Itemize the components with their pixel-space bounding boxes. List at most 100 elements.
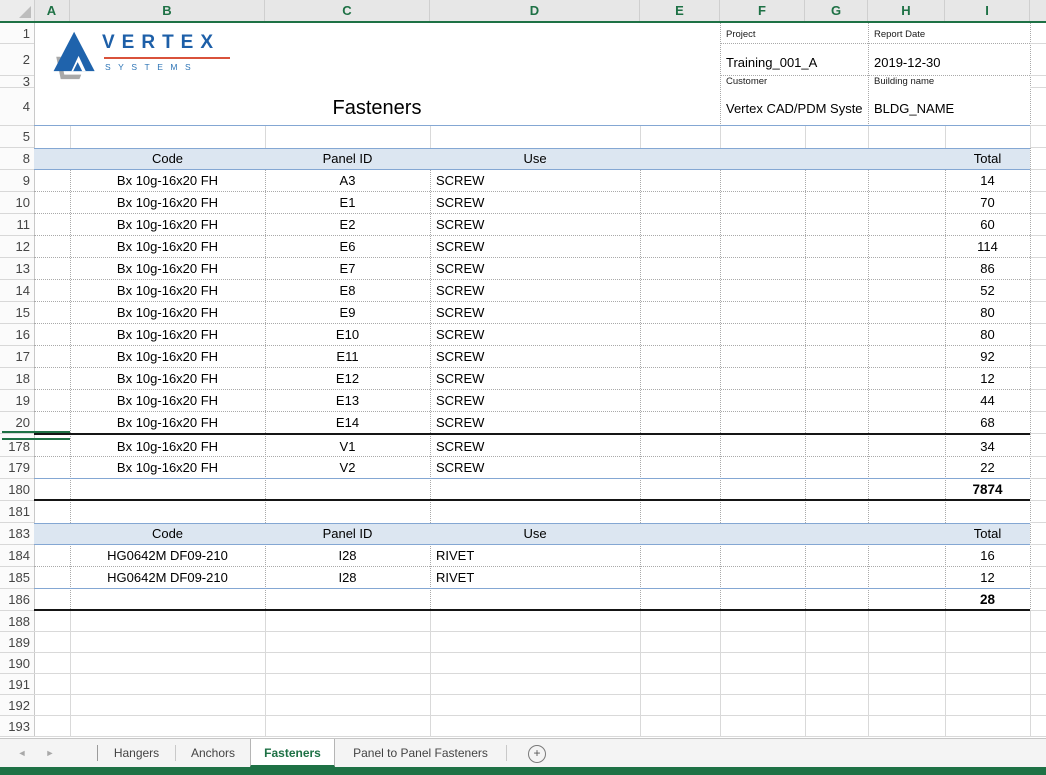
cell-use[interactable]: SCREW [436,214,636,236]
cell-code[interactable]: Bx 10g-16x20 FH [70,324,265,346]
table1-header-use[interactable]: Use [430,148,640,170]
cell-panel[interactable]: E8 [265,280,430,302]
cell-use[interactable]: SCREW [436,236,636,258]
cell-code[interactable]: Bx 10g-16x20 FH [70,346,265,368]
row-header-179[interactable]: 179 [0,457,30,479]
row-header-13[interactable]: 13 [0,258,30,280]
cell-use[interactable]: RIVET [436,567,636,589]
building-name-value-cell[interactable]: BLDG_NAME [874,99,1030,119]
row-header-4[interactable]: 4 [0,88,30,126]
row-header-15[interactable]: 15 [0,302,30,324]
cell-total[interactable]: 80 [945,302,1030,324]
cell-panel[interactable]: A3 [265,170,430,192]
project-value-cell[interactable]: Training_001_A [726,53,866,73]
cell-use[interactable]: SCREW [436,324,636,346]
cell-use[interactable]: SCREW [436,170,636,192]
table2-grand-total-cell[interactable]: 28 [945,589,1030,611]
sheet-nav-right-icon[interactable]: ► [40,739,60,767]
row-header-14[interactable]: 14 [0,280,30,302]
cell-total[interactable]: 52 [945,280,1030,302]
row-header-189[interactable]: 189 [0,632,30,653]
cell-panel[interactable]: I28 [265,567,430,589]
cell-code[interactable]: Bx 10g-16x20 FH [70,457,265,479]
cell-code[interactable]: Bx 10g-16x20 FH [70,214,265,236]
cell-panel[interactable]: V1 [265,436,430,457]
cell-code[interactable]: Bx 10g-16x20 FH [70,236,265,258]
cell-panel[interactable]: V2 [265,457,430,479]
cell-use[interactable]: SCREW [436,302,636,324]
column-header-G[interactable]: G [805,0,868,21]
column-header-D[interactable]: D [430,0,640,21]
cell-total[interactable]: 68 [945,412,1030,434]
row-header-18[interactable]: 18 [0,368,30,390]
cell-code[interactable]: Bx 10g-16x20 FH [70,302,265,324]
column-header-F[interactable]: F [720,0,805,21]
cell-code[interactable]: Bx 10g-16x20 FH [70,390,265,412]
report-title-cell[interactable]: Fasteners [34,88,720,126]
cell-panel[interactable]: E13 [265,390,430,412]
row-header-183[interactable]: 183 [0,523,30,545]
cell-total[interactable]: 80 [945,324,1030,346]
cell-total[interactable]: 14 [945,170,1030,192]
sheet-nav-left-icon[interactable]: ◄ [12,739,32,767]
row-header-8[interactable]: 8 [0,148,30,170]
column-header-H[interactable]: H [868,0,945,21]
cell-total[interactable]: 114 [945,236,1030,258]
cell-panel[interactable]: E14 [265,412,430,434]
cell-use[interactable]: SCREW [436,390,636,412]
project-label-cell[interactable]: Project [726,23,756,44]
row-header-19[interactable]: 19 [0,390,30,412]
cell-total[interactable]: 92 [945,346,1030,368]
customer-value-cell[interactable]: Vertex CAD/PDM Syste [726,99,868,119]
cell-code[interactable]: Bx 10g-16x20 FH [70,170,265,192]
report-date-label-cell[interactable]: Report Date [874,23,925,44]
row-header-11[interactable]: 11 [0,214,30,236]
cell-use[interactable]: SCREW [436,192,636,214]
cell-panel[interactable]: I28 [265,545,430,567]
row-header-1[interactable]: 1 [0,23,30,44]
cell-code[interactable]: Bx 10g-16x20 FH [70,412,265,434]
cell-panel[interactable]: E10 [265,324,430,346]
column-header-C[interactable]: C [265,0,430,21]
building-name-label-cell[interactable]: Building name [874,76,934,88]
cell-total[interactable]: 22 [945,457,1030,479]
column-header-I[interactable]: I [945,0,1030,21]
row-header-2[interactable]: 2 [0,44,30,76]
cell-panel[interactable]: E11 [265,346,430,368]
table1-header-code[interactable]: Code [70,148,265,170]
table1-header-panel[interactable]: Panel ID [265,148,430,170]
select-all-corner[interactable] [0,0,35,21]
table1-header-total[interactable]: Total [945,148,1030,170]
row-header-17[interactable]: 17 [0,346,30,368]
row-header-188[interactable]: 188 [0,611,30,632]
cell-use[interactable]: SCREW [436,280,636,302]
cell-use[interactable]: SCREW [436,436,636,457]
cell-total[interactable]: 34 [945,436,1030,457]
row-header-184[interactable]: 184 [0,545,30,567]
cell-code[interactable]: HG0642M DF09-210 [70,545,265,567]
table2-header-panel[interactable]: Panel ID [265,523,430,545]
sheet-tab-hangers[interactable]: Hangers [98,739,175,767]
cell-total[interactable]: 44 [945,390,1030,412]
row-header-181[interactable]: 181 [0,501,30,523]
cell-code[interactable]: HG0642M DF09-210 [70,567,265,589]
row-header-9[interactable]: 9 [0,170,30,192]
cell-code[interactable]: Bx 10g-16x20 FH [70,192,265,214]
row-header-16[interactable]: 16 [0,324,30,346]
table2-header-code[interactable]: Code [70,523,265,545]
cell-use[interactable]: SCREW [436,346,636,368]
column-header-B[interactable]: B [70,0,265,21]
row-header-191[interactable]: 191 [0,674,30,695]
cell-code[interactable]: Bx 10g-16x20 FH [70,368,265,390]
column-header-A[interactable]: A [34,0,70,21]
cell-panel[interactable]: E1 [265,192,430,214]
table2-header-use[interactable]: Use [430,523,640,545]
cell-panel[interactable]: E9 [265,302,430,324]
row-header-10[interactable]: 10 [0,192,30,214]
cell-panel[interactable]: E7 [265,258,430,280]
table2-header-total[interactable]: Total [945,523,1030,545]
cell-use[interactable]: SCREW [436,412,636,434]
column-header-E[interactable]: E [640,0,720,21]
cell-total[interactable]: 70 [945,192,1030,214]
cell-total[interactable]: 12 [945,567,1030,589]
